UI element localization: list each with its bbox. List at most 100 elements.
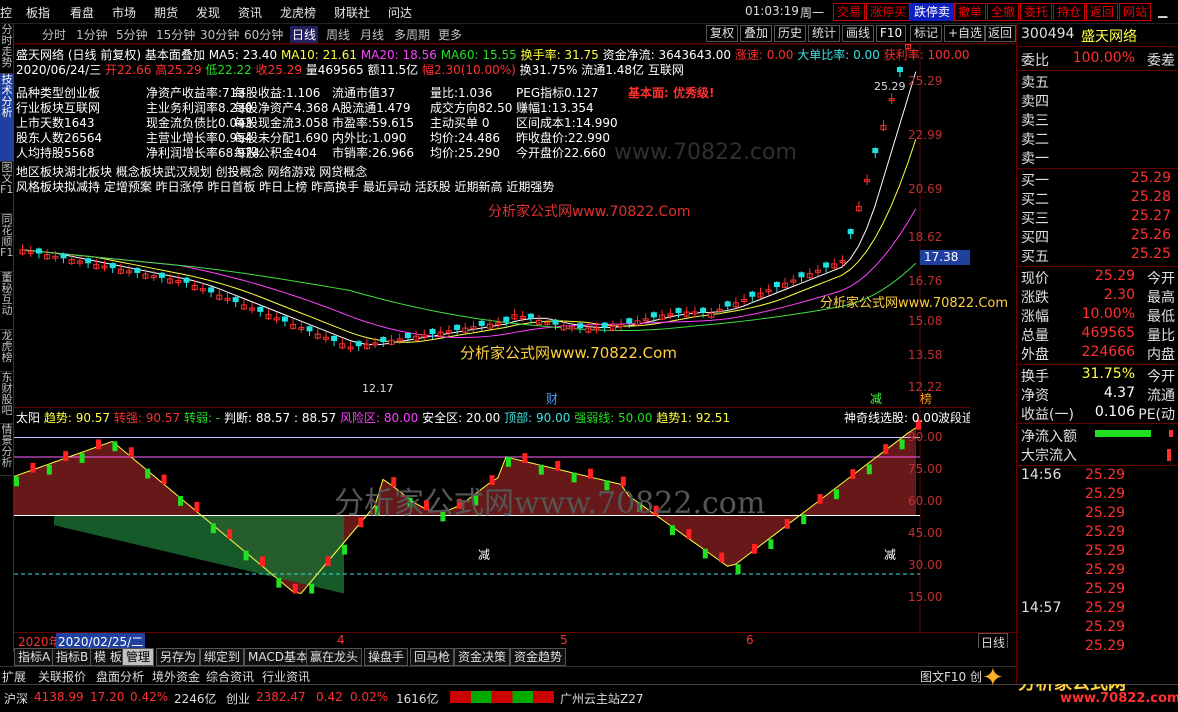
statistics-button[interactable]: 统计 [808,25,841,42]
restore-right-button[interactable]: 复权 [706,25,739,42]
axis-month: 4 [337,633,345,647]
tick-price: 25.29 [1085,581,1126,597]
limit-up-buy-button[interactable]: 涨停买 [866,3,911,21]
website-button[interactable]: 网站 [1119,3,1152,21]
block-flow-label: 大宗流入 [1021,448,1077,464]
menu-item[interactable]: 发现 [196,4,220,21]
tab-manage[interactable]: 管理 [122,648,155,666]
tab-period[interactable]: 60分钟 [244,26,283,43]
cancel-order-button[interactable]: 撤单 [954,3,987,21]
back-button[interactable]: 返回 [1086,3,1119,21]
reduce-marker[interactable]: 减 [870,390,882,407]
tab-trader[interactable]: 操盘手 [364,648,409,666]
f10-button[interactable]: F10 [876,25,907,42]
tick-list: 14:56 25.29 25.29 25.29 25.29 25.29 25.29 25.29… [1017,467,1178,667]
tab-template[interactable]: 模 板 [90,648,126,666]
tab-period[interactable]: 15分钟 [156,26,195,43]
draw-line-button[interactable]: 画线 [842,25,875,42]
tab-industry-news[interactable]: 行业资讯 [262,668,310,685]
tab-related-quote[interactable]: 关联报价 [38,668,86,685]
tab-period[interactable]: 多周期 [394,26,430,43]
indicator-trend: 趋势: 90.57 [43,411,111,425]
period-tabs: 分时 1分钟 5分钟 15分钟 30分钟 60分钟 日线 周线 月线 多周期 更… [14,24,1016,44]
y-tick: 12.22 [908,380,943,394]
tab-fund-trend[interactable]: 资金趋势 [510,648,567,666]
tab-macd[interactable]: MACD基本 [244,648,312,666]
dragon-tiger-marker[interactable]: 榜 [920,390,932,407]
tab-secretary[interactable]: 董秘互动 [0,272,14,330]
entrust-button[interactable]: 委托 [1020,3,1053,21]
tab-period[interactable]: 30分钟 [200,26,239,43]
history-button[interactable]: 历史 [774,25,807,42]
return-button[interactable]: 返回 [984,25,1016,42]
tab-pullback[interactable]: 回马枪 [410,648,455,666]
menu-item[interactable]: 财联社 [334,4,370,21]
tab-leader[interactable]: 赢在龙头 [306,648,363,666]
minimize-icon[interactable]: ▁ [1158,4,1167,18]
menu-item[interactable]: 龙虎榜 [280,4,316,21]
tab-f10-chart[interactable]: 图文F10 [0,162,20,214]
tab-period[interactable]: 分时 [42,26,66,43]
tab-news[interactable]: 综合资讯 [206,668,254,685]
tab-indicator-a[interactable]: 指标A [14,648,55,666]
tab-save-as[interactable]: 另存为 [156,648,201,666]
index-sh-label: 沪深 [4,692,29,706]
tab-more[interactable]: 更多 [438,26,462,43]
cancel-all-button[interactable]: 全撤 [987,3,1020,21]
index-sh-pct: 0.42% [130,690,169,704]
indicator-name[interactable]: 太阳 [16,411,40,425]
menu-item[interactable]: 看盘 [70,4,94,21]
menu-item[interactable]: 资讯 [238,4,262,21]
tab-bind-to[interactable]: 绑定到 [200,648,245,666]
ma60-value: MA60: 15.55 [440,48,517,62]
tab-fund-decision[interactable]: 资金决策 [454,648,511,666]
tab-guba[interactable]: 东财股吧 [0,372,14,424]
finance-marker[interactable]: 财 [546,390,558,407]
tab-indicator-b[interactable]: 指标B [52,648,93,666]
menu-item[interactable]: 期货 [154,4,178,21]
quote-row: 收益(一) 0.106 PE(动 [1021,404,1175,423]
tab-ext[interactable]: 扩展 [2,668,26,685]
bar-amplitude: 幅2.30(10.00%) [422,63,516,77]
tab-dragon-tiger[interactable]: 龙虎榜 [0,330,14,372]
menu-item[interactable]: 问达 [388,4,412,21]
stock-code: 300494 [1021,26,1075,42]
tab-foreign-fund[interactable]: 境外资金 [152,668,200,685]
add-watchlist-button[interactable]: +自选 [944,25,987,42]
tab-period[interactable]: 1分钟 [76,26,108,43]
mark-button[interactable]: 标记 [910,25,943,42]
position-button[interactable]: 持仓 [1053,3,1086,21]
server-name[interactable]: 广州云主站Z27 [560,690,644,707]
limit-down-sell-button[interactable]: 跌停卖 [910,3,955,21]
tab-technical[interactable]: 技术分析 [0,74,14,162]
indicator-sw: 强弱线: 50.00 [574,411,653,425]
index-cy-pct: 0.02% [350,690,389,704]
f10-link[interactable]: 图文F10 创 [920,668,982,685]
trade-button[interactable]: 交易 [833,3,866,21]
tab-period-daily[interactable]: 日线 [290,26,319,43]
tab-market-analysis[interactable]: 盘面分析 [96,668,144,685]
index-sh-value: 4138.99 [34,690,84,704]
overlay-button[interactable]: 叠加 [740,25,773,42]
bid-price: 25.29 [1130,170,1171,186]
candlestick-chart[interactable]: 25.29 22.99 20.69 18.62 16.76 15.08 13.5… [14,44,1008,407]
indicator-panel[interactable]: 太阳 趋势: 90.57 转强: 90.57 转弱: - 判断: 88.57 :… [14,407,970,633]
indicator-bar [817,494,823,504]
tab-scenario[interactable]: 情景分析 [0,424,14,476]
menu-item[interactable]: 板指 [26,4,50,21]
menu-item[interactable]: 市场 [112,4,136,21]
overlay-label[interactable]: 基本面叠加 [145,48,205,62]
tick-price: 25.29 [1085,524,1126,540]
tab-timeshare[interactable]: 分时走势 [0,24,14,74]
tab-period[interactable]: 5分钟 [116,26,148,43]
bar-date: 2020/06/24/三 [16,63,102,77]
stat-extra: 内盘 [1147,347,1175,363]
tab-period[interactable]: 周线 [326,26,350,43]
tab-period[interactable]: 月线 [360,26,384,43]
indicator-top: 顶部: 90.00 [504,411,571,425]
quote-row-label: 卖五 [1021,75,1049,91]
tab-ths-f10[interactable]: 同花顺F10 [0,214,20,272]
y-tick: 16.76 [908,274,943,288]
stat-value: 10.00% [1081,306,1135,322]
menu-item[interactable]: 控 [0,4,12,21]
